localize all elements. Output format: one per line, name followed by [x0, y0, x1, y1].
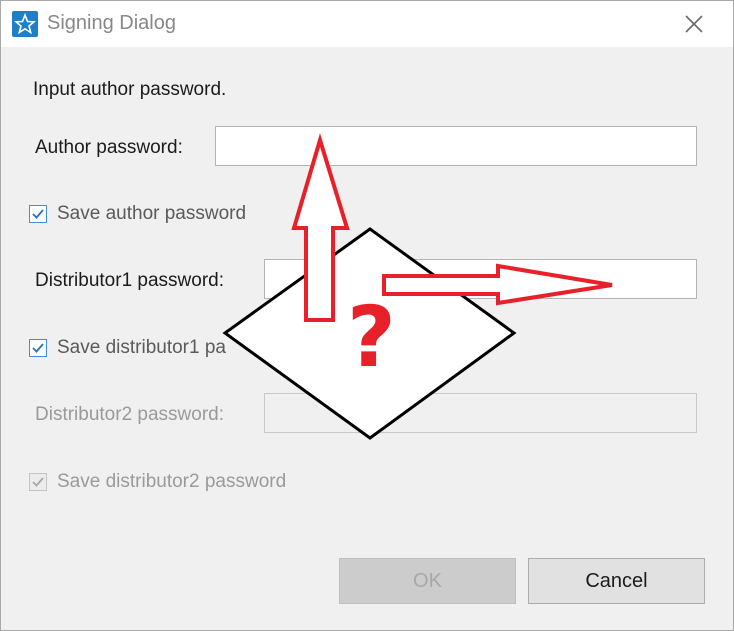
question-mark: ? — [347, 288, 396, 386]
